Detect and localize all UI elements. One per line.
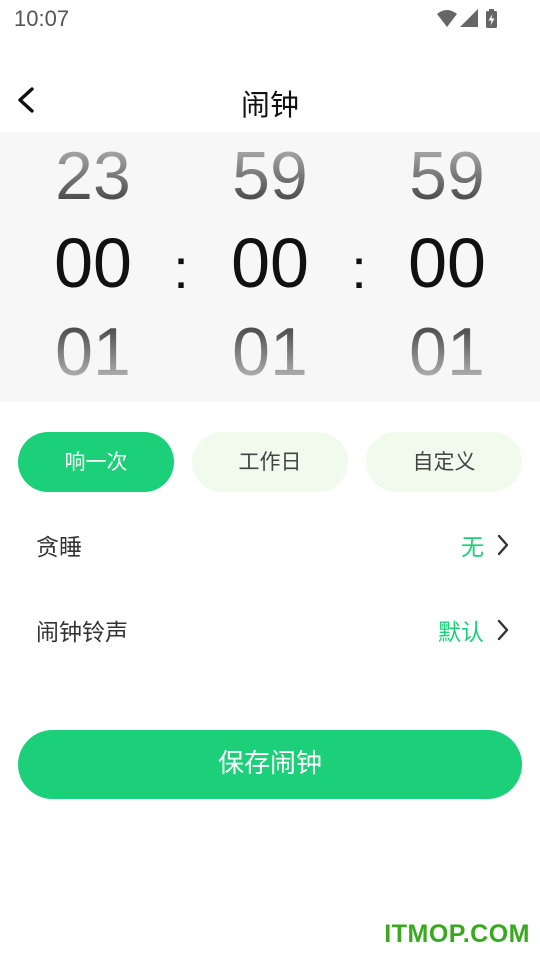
hour-next[interactable]: 01 — [23, 318, 163, 386]
second-current[interactable]: 00 — [377, 228, 517, 298]
repeat-once-button[interactable]: 响一次 — [18, 432, 174, 492]
ringtone-label: 闹钟铃声 — [36, 620, 128, 646]
snooze-value: 无 — [461, 535, 484, 561]
time-picker[interactable]: 23 00 01 : 59 00 01 : 59 00 01 — [0, 132, 540, 402]
chevron-right-icon — [497, 534, 509, 556]
battery-charging-icon — [486, 9, 497, 28]
ringtone-setting-row[interactable]: 闹钟铃声 默认 — [0, 600, 540, 660]
status-time: 10:07 — [14, 6, 70, 31]
page-title: 闹钟 — [240, 88, 299, 122]
repeat-custom-button[interactable]: 自定义 — [366, 432, 522, 492]
chevron-right-icon — [497, 619, 509, 641]
hour-current[interactable]: 00 — [23, 228, 163, 298]
second-prev[interactable]: 59 — [377, 142, 517, 210]
wifi-icon — [437, 10, 457, 27]
snooze-setting-row[interactable]: 贪睡 无 — [0, 515, 540, 575]
second-wheel[interactable]: 59 00 01 — [377, 132, 517, 402]
signal-icon — [460, 9, 478, 27]
repeat-workdays-button[interactable]: 工作日 — [192, 432, 348, 492]
hour-wheel[interactable]: 23 00 01 — [23, 132, 163, 402]
time-separator: : — [173, 237, 189, 300]
status-bar: 10:07 — [0, 0, 540, 38]
app-header: 闹钟 — [0, 70, 540, 130]
second-next[interactable]: 01 — [377, 318, 517, 386]
hour-prev[interactable]: 23 — [23, 142, 163, 210]
time-separator: : — [351, 237, 367, 300]
minute-wheel[interactable]: 59 00 01 — [200, 132, 340, 402]
save-alarm-button[interactable]: 保存闹钟 — [18, 730, 522, 799]
minute-prev[interactable]: 59 — [200, 142, 340, 210]
snooze-label: 贪睡 — [36, 535, 82, 561]
minute-next[interactable]: 01 — [200, 318, 340, 386]
repeat-options: 响一次 工作日 自定义 — [18, 432, 522, 492]
watermark-logo: ITMOP.COM — [384, 920, 530, 948]
minute-current[interactable]: 00 — [200, 228, 340, 298]
ringtone-value: 默认 — [438, 620, 484, 646]
status-icons — [436, 8, 502, 28]
